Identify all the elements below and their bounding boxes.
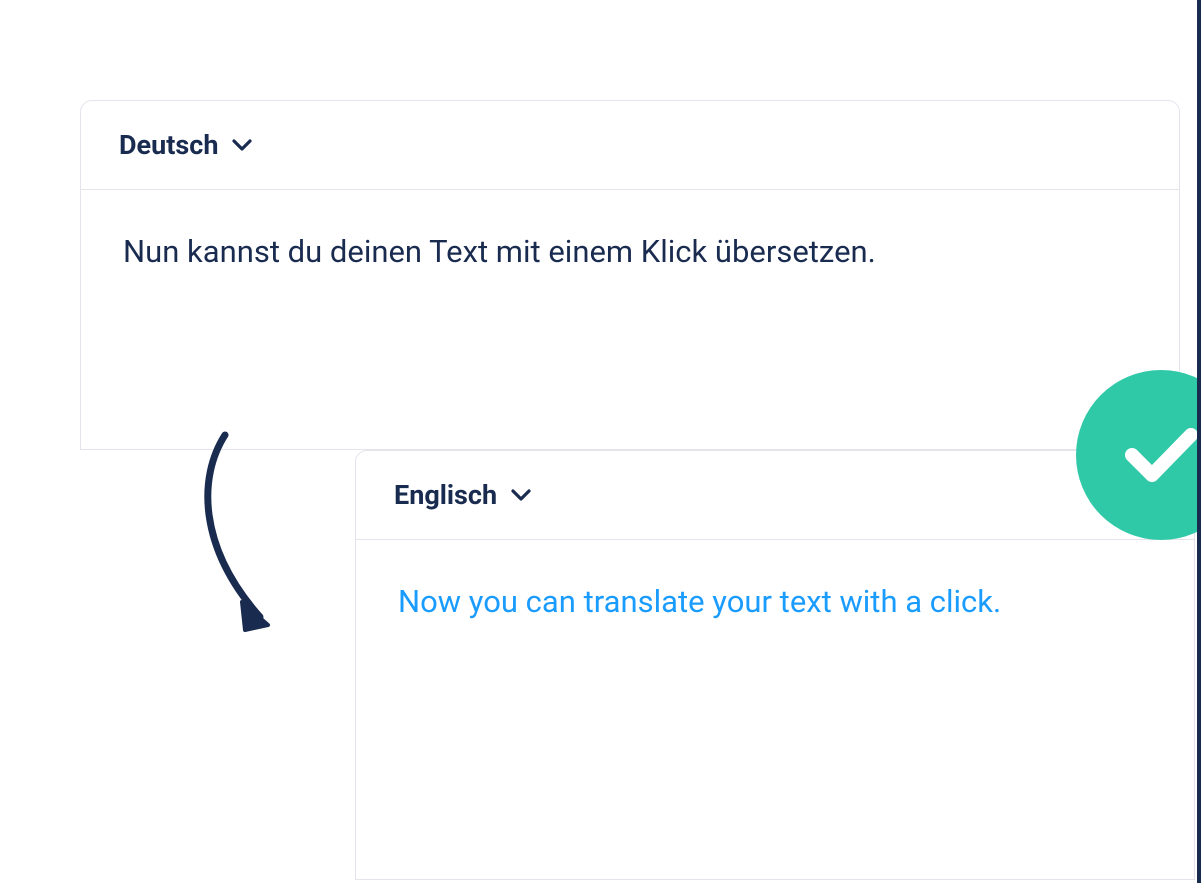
chevron-down-icon [511, 489, 531, 501]
source-card-header: Deutsch [81, 101, 1179, 190]
target-language-label: Englisch [394, 479, 497, 511]
source-language-selector[interactable]: Deutsch [119, 129, 252, 161]
target-card-header: Englisch [356, 451, 1194, 540]
source-text[interactable]: Nun kannst du deinen Text mit einem Klic… [123, 228, 1137, 276]
target-language-card: Englisch Now you can translate your text… [355, 450, 1195, 880]
translation-arrow [190, 427, 300, 637]
source-card-body: Nun kannst du deinen Text mit einem Klic… [81, 190, 1179, 314]
right-edge-decoration [1197, 0, 1201, 883]
source-language-label: Deutsch [119, 129, 218, 161]
target-language-selector[interactable]: Englisch [394, 479, 531, 511]
target-card-body: Now you can translate your text with a c… [356, 540, 1194, 664]
target-text: Now you can translate your text with a c… [398, 578, 1152, 626]
checkmark-icon [1124, 425, 1199, 485]
chevron-down-icon [232, 139, 252, 151]
source-language-card: Deutsch Nun kannst du deinen Text mit ei… [80, 100, 1180, 450]
